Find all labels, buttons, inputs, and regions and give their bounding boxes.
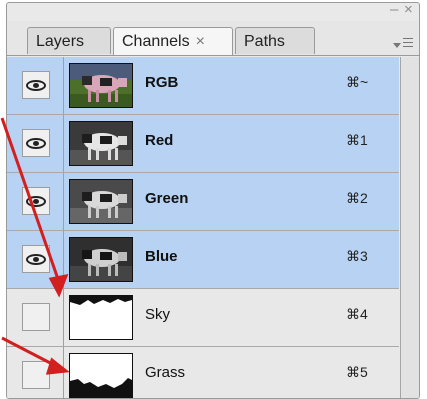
channel-shortcut: ⌘3 [346, 248, 368, 264]
eye-icon [26, 196, 46, 207]
channel-thumbnail-blue [69, 237, 133, 282]
channels-panel: – × Layers Channels × Paths RGB ⌘~ Red ⌘… [6, 2, 420, 399]
visibility-toggle[interactable] [22, 303, 50, 331]
channel-row-sky[interactable]: Sky ⌘4 [7, 289, 399, 347]
close-panel-button[interactable]: × [404, 3, 413, 19]
scrollbar[interactable] [400, 57, 419, 398]
channel-name: Blue [145, 248, 178, 265]
tab-close-icon[interactable]: × [196, 33, 205, 50]
channel-shortcut: ⌘5 [346, 364, 368, 380]
visibility-toggle[interactable] [22, 187, 50, 215]
channel-thumbnail-red [69, 121, 133, 166]
channel-name: Green [145, 190, 189, 207]
channel-thumbnail-green [69, 179, 133, 224]
channel-name: RGB [145, 74, 179, 91]
channel-name: Sky [145, 306, 171, 323]
channel-shortcut: ⌘~ [346, 74, 369, 90]
tab-channels-label: Channels [122, 33, 190, 50]
channel-thumbnail-grass [69, 353, 133, 398]
tab-layers[interactable]: Layers [27, 27, 111, 54]
channel-name: Grass [145, 364, 186, 381]
tab-paths[interactable]: Paths [235, 27, 315, 54]
divider [63, 347, 64, 398]
visibility-toggle[interactable] [22, 129, 50, 157]
visibility-toggle[interactable] [22, 361, 50, 389]
panel-menu-icon[interactable] [393, 35, 415, 53]
channel-row-grass[interactable]: Grass ⌘5 [7, 347, 399, 398]
channel-shortcut: ⌘4 [346, 306, 368, 322]
tab-paths-label: Paths [244, 33, 285, 50]
channel-name: Red [145, 132, 174, 149]
channel-thumbnail-sky [69, 295, 133, 340]
eye-icon [26, 254, 46, 265]
panel-titlebar: – × [7, 3, 419, 21]
divider [63, 173, 64, 230]
visibility-toggle[interactable] [22, 71, 50, 99]
tab-channels[interactable]: Channels × [113, 27, 233, 55]
divider [63, 115, 64, 172]
eye-icon [26, 138, 46, 149]
channel-row-red[interactable]: Red ⌘1 [7, 115, 399, 173]
tab-bar: Layers Channels × Paths [7, 21, 419, 56]
minimize-button[interactable]: – [390, 3, 398, 19]
channel-row-rgb[interactable]: RGB ⌘~ [7, 57, 399, 115]
channel-thumbnail-rgb [69, 63, 133, 108]
channel-row-green[interactable]: Green ⌘2 [7, 173, 399, 231]
tab-layers-label: Layers [36, 33, 85, 50]
eye-icon [26, 80, 46, 91]
divider [63, 289, 64, 346]
channel-row-blue[interactable]: Blue ⌘3 [7, 231, 399, 289]
channel-shortcut: ⌘1 [346, 132, 368, 148]
visibility-toggle[interactable] [22, 245, 50, 273]
divider [63, 231, 64, 288]
divider [63, 57, 64, 114]
channel-shortcut: ⌘2 [346, 190, 368, 206]
